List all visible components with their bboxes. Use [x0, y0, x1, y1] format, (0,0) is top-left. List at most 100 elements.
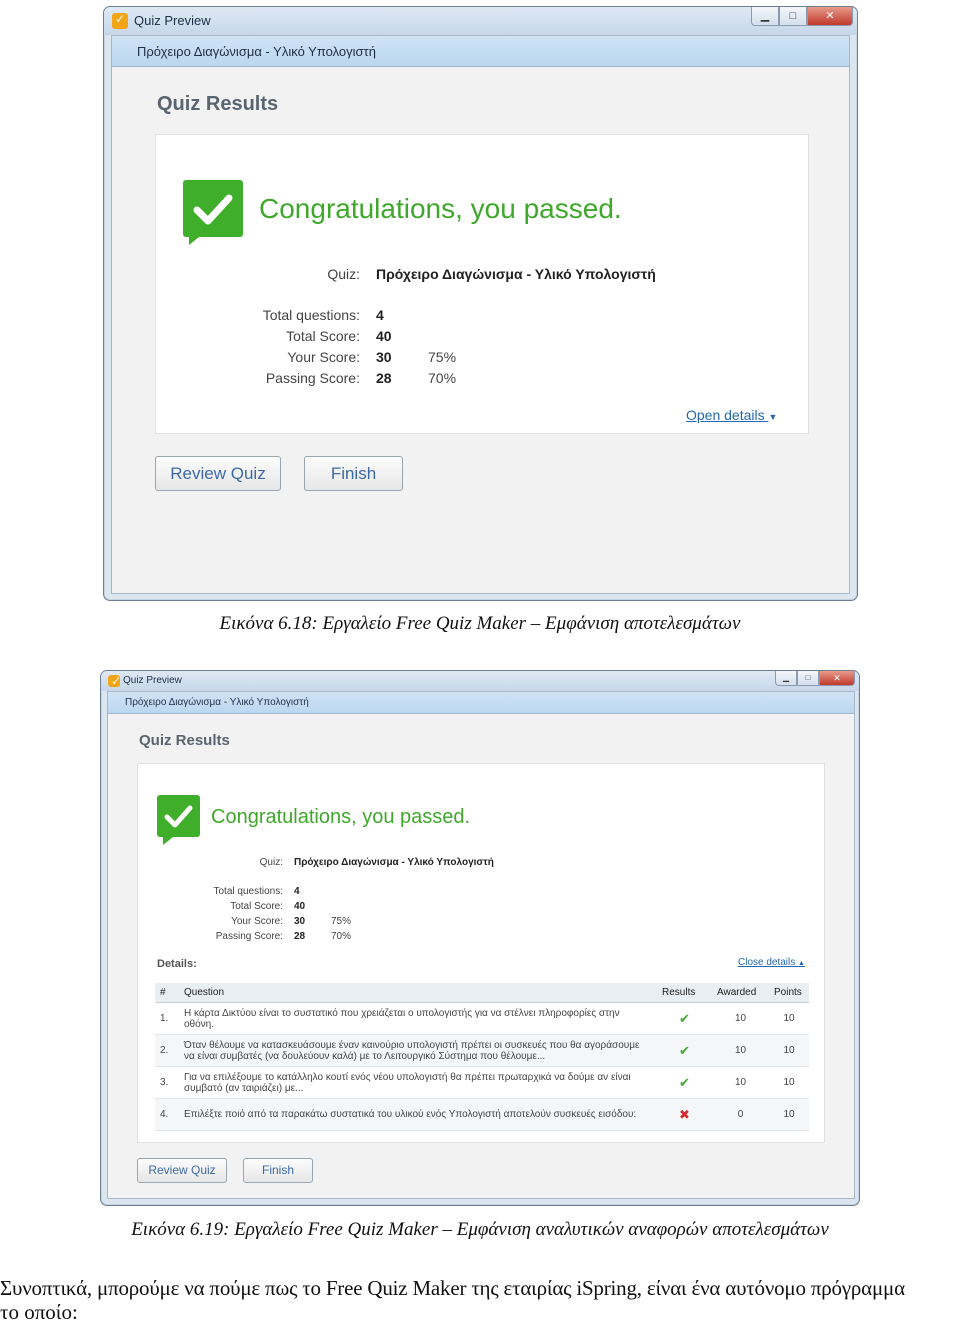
row-number: 4. — [155, 1098, 179, 1131]
col-header-results: Results — [657, 983, 712, 1003]
check-badge-icon — [157, 795, 200, 845]
finish-button[interactable]: Finish — [304, 456, 403, 491]
results-card: Congratulations, you passed. Quiz: Πρόχε… — [155, 134, 809, 434]
table-row[interactable]: 1. Η κάρτα Δικτύου είναι το συστατικό πο… — [155, 1002, 809, 1035]
chevron-up-icon: ▲ — [798, 960, 805, 967]
figure-caption-1: Εικόνα 6.18: Εργαλείο Free Quiz Maker – … — [219, 613, 741, 634]
content-area: Πρόχειρο Διαγώνισμα - Υλικό Υπολογιστή Q… — [111, 35, 850, 594]
points-value: 10 — [769, 1002, 809, 1035]
window-title: Quiz Preview — [123, 675, 182, 686]
check-badge-icon — [183, 180, 243, 245]
quiz-preview-window-1: Quiz Preview ▁ □ ✕ Πρόχειρο Διαγώνισμα -… — [103, 6, 858, 601]
col-header-awarded: Awarded — [712, 983, 769, 1003]
close-button[interactable]: ✕ — [819, 671, 855, 686]
window-title: Quiz Preview — [134, 13, 211, 28]
awarded-value: 10 — [712, 1066, 769, 1099]
body-paragraph: Συνοπτικά, μπορούμε να πούμε πως το Free… — [0, 1276, 960, 1324]
points-value: 10 — [769, 1034, 809, 1067]
quiz-label: Quiz: — [259, 857, 283, 868]
quiz-title-bar: Πρόχειρο Διαγώνισμα - Υλικό Υπολογιστή — [112, 36, 849, 67]
stat-percent: 70% — [331, 931, 352, 942]
quiz-title: Πρόχειρο Διαγώνισμα - Υλικό Υπολογιστή — [137, 44, 376, 59]
page-title: Quiz Results — [157, 93, 279, 115]
quiz-preview-window-2: Quiz Preview ▁ □ ✕ Πρόχειρο Διαγώνισμα -… — [100, 670, 860, 1206]
close-details-label: Close details — [738, 957, 796, 968]
quiz-name: Πρόχειρο Διαγώνισμα - Υλικό Υπολογιστή — [376, 266, 656, 282]
quiz-title-bar: Πρόχειρο Διαγώνισμα - Υλικό Υπολογιστή — [108, 692, 854, 714]
quiz-title: Πρόχειρο Διαγώνισμα - Υλικό Υπολογιστή — [125, 697, 309, 708]
table-row[interactable]: 2. Όταν θέλουμε να κατασκευάσουμε έναν κ… — [155, 1034, 809, 1067]
stat-percent: 75% — [428, 349, 457, 365]
maximize-button[interactable]: □ — [797, 671, 819, 686]
open-details-label: Open details — [686, 407, 765, 423]
points-value: 10 — [769, 1066, 809, 1099]
check-icon: ✔ — [657, 1034, 712, 1067]
close-details-link[interactable]: Close details ▲ — [738, 957, 805, 968]
col-header-question: Question — [179, 983, 657, 1003]
window-controls: ▁ □ ✕ — [775, 671, 855, 691]
stat-label: Total Score: — [286, 328, 360, 344]
cross-icon: ✖ — [657, 1098, 712, 1131]
stat-value: 4 — [294, 886, 300, 897]
stat-label: Total questions: — [262, 307, 360, 323]
quiz-label: Quiz: — [327, 266, 360, 282]
col-header-number: # — [155, 983, 179, 1003]
row-number: 1. — [155, 1002, 179, 1035]
check-icon: ✔ — [657, 1066, 712, 1099]
stat-percent: 70% — [428, 370, 457, 386]
review-quiz-button[interactable]: Review Quiz — [155, 456, 281, 491]
pass-message: Congratulations, you passed. — [211, 806, 471, 828]
stat-value: 28 — [294, 931, 306, 942]
stat-value: 28 — [376, 370, 392, 386]
stat-label: Your Score: — [287, 349, 360, 365]
stat-label: Your Score: — [231, 916, 283, 927]
table-header-row: # Question Results Awarded Points — [155, 983, 809, 1003]
minimize-button[interactable]: ▁ — [751, 7, 779, 26]
stat-label: Passing Score: — [215, 931, 283, 942]
pass-message: Congratulations, you passed. — [259, 193, 622, 224]
paragraph-line: το οποίο: — [0, 1300, 78, 1324]
table-row[interactable]: 3. Για να επιλέξουμε το κατάλληλο κουτί … — [155, 1066, 809, 1099]
awarded-value: 10 — [712, 1002, 769, 1035]
results-card: Congratulations, you passed. Quiz: Πρόχε… — [137, 763, 825, 1143]
open-details-link[interactable]: Open details ▼ — [686, 407, 777, 423]
title-bar: Quiz Preview ▁ □ ✕ — [101, 671, 859, 691]
details-heading: Details: — [157, 958, 197, 970]
stat-value: 40 — [294, 901, 306, 912]
chevron-down-icon: ▼ — [768, 412, 778, 422]
stat-label: Passing Score: — [265, 370, 360, 386]
row-number: 3. — [155, 1066, 179, 1099]
window-controls: ▁ □ ✕ — [751, 7, 853, 27]
maximize-button[interactable]: □ — [779, 7, 807, 26]
stat-value: 4 — [376, 307, 384, 323]
points-value: 10 — [769, 1098, 809, 1131]
row-number: 2. — [155, 1034, 179, 1067]
stat-label: Total questions: — [213, 886, 284, 897]
check-icon: ✔ — [657, 1002, 712, 1035]
awarded-value: 0 — [712, 1098, 769, 1131]
col-header-points: Points — [769, 983, 809, 1003]
page-title: Quiz Results — [139, 732, 230, 749]
figure-caption-2: Εικόνα 6.19: Εργαλείο Free Quiz Maker – … — [131, 1219, 829, 1240]
stat-label: Total Score: — [230, 901, 283, 912]
question-text: Η κάρτα Δικτύου είναι το συστατικό που χ… — [179, 1002, 657, 1035]
awarded-value: 10 — [712, 1034, 769, 1067]
quiz-name: Πρόχειρο Διαγώνισμα - Υλικό Υπολογιστή — [294, 857, 494, 868]
close-button[interactable]: ✕ — [807, 7, 853, 26]
title-bar: Quiz Preview ▁ □ ✕ — [104, 7, 857, 35]
finish-button[interactable]: Finish — [243, 1158, 313, 1183]
stat-value: 40 — [376, 328, 392, 344]
review-quiz-button[interactable]: Review Quiz — [137, 1158, 227, 1183]
table-row[interactable]: 4. Επιλέξτε ποιό από τα παρακάτω συστατι… — [155, 1098, 809, 1131]
stat-percent: 75% — [331, 916, 352, 927]
minimize-button[interactable]: ▁ — [775, 671, 797, 686]
stat-value: 30 — [376, 349, 392, 365]
app-logo-icon — [108, 674, 121, 688]
question-text: Επιλέξτε ποιό από τα παρακάτω συστατικά … — [179, 1098, 657, 1131]
question-text: Όταν θέλουμε να κατασκευάσουμε έναν καιν… — [179, 1034, 657, 1067]
question-text: Για να επιλέξουμε το κατάλληλο κουτί ενό… — [179, 1066, 657, 1099]
stat-value: 30 — [294, 916, 306, 927]
app-logo-icon — [112, 12, 128, 29]
content-area: Πρόχειρο Διαγώνισμα - Υλικό Υπολογιστή Q… — [107, 691, 855, 1199]
paragraph-line: Συνοπτικά, μπορούμε να πούμε πως το Free… — [0, 1276, 905, 1300]
